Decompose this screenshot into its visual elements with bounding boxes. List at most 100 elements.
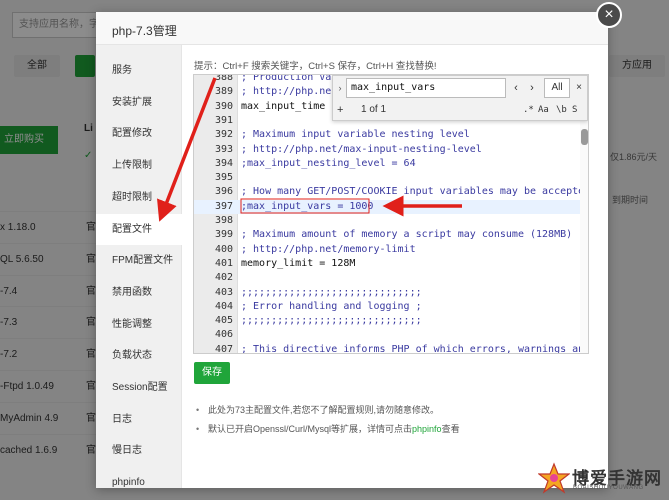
line-number: 399: [214, 229, 233, 241]
sidebar-item[interactable]: 禁用函数: [96, 277, 182, 308]
find-input[interactable]: max_input_vars: [346, 78, 506, 98]
find-previous-icon[interactable]: ‹: [509, 78, 523, 98]
line-number: 400: [214, 243, 233, 255]
line-number: 395: [214, 172, 233, 184]
code-text: ; http://php.net/memory-limit: [241, 243, 416, 255]
star-logo-icon: [538, 462, 570, 494]
code-text: ;max_input_nesting_level = 64: [241, 157, 416, 169]
sidebar-item[interactable]: 服务: [96, 55, 182, 86]
line-number: 390: [214, 100, 233, 112]
watermark-subtitle: BOAISHOUYOUWANG: [573, 485, 644, 491]
line-number: 394: [214, 157, 233, 169]
code-text: ; Maximum input variable nesting level: [241, 129, 470, 141]
line-number: 407: [214, 343, 233, 354]
find-panel: › max_input_vars ‹ › All × + 1 of 1 .* A…: [332, 75, 588, 121]
note-text: 此处为73主配置文件,若您不了解配置规则,请勿随意修改。: [208, 405, 440, 415]
config-file-panel: 提示：Ctrl+F 搜索关键字，Ctrl+S 保存，Ctrl+H 查找替换! 3…: [182, 45, 608, 488]
code-text: ; http://php.net/max-input-nesting-level: [241, 143, 482, 155]
sidebar-item[interactable]: 配置文件: [96, 213, 183, 245]
code-text: ;;;;;;;;;;;;;;;;;;;;;;;;;;;;;;: [241, 315, 422, 327]
code-line[interactable]: 404 ; Error handling and logging ;: [194, 300, 588, 314]
code-line[interactable]: 399 ; Maximum amount of memory a script m…: [194, 228, 588, 242]
sidebar-item[interactable]: 上传限制: [96, 150, 182, 181]
regex-toggle[interactable]: .*: [523, 101, 534, 119]
toggle-replace-icon[interactable]: ›: [335, 78, 345, 98]
code-line[interactable]: 397 ;max_input_vars = 1000: [194, 199, 588, 214]
code-text: ; http://php.ne: [241, 86, 332, 98]
note-text: 默认已开启Openssl/Curl/Mysql等扩展，详情可点击: [208, 424, 413, 434]
code-line[interactable]: 400 ; http://php.net/memory-limit: [194, 243, 588, 257]
line-number: 389: [214, 86, 233, 98]
notes-list: • 此处为73主配置文件,若您不了解配置规则,请勿随意修改。 • 默认已开启Op…: [196, 401, 596, 439]
sidebar-item[interactable]: 配置修改: [96, 118, 182, 149]
code-text: memory_limit = 128M: [241, 257, 356, 269]
code-line[interactable]: 396 ; How many GET/POST/COOKIE input vari…: [194, 185, 589, 199]
code-text: ; Maximum amount of memory a script may …: [241, 229, 573, 241]
code-text: ; Production Va: [241, 74, 332, 83]
line-number: 398: [214, 215, 233, 226]
sidebar-item[interactable]: Session配置: [96, 372, 182, 403]
phpinfo-link[interactable]: phpinfo: [412, 424, 442, 434]
match-count: 1 of 1: [361, 104, 387, 115]
shortcut-hint: 提示：Ctrl+F 搜索关键字，Ctrl+S 保存，Ctrl+H 查找替换!: [194, 61, 437, 72]
code-line[interactable]: 393 ; http://php.net/max-input-nesting-le…: [194, 143, 588, 157]
bullet-icon: •: [196, 405, 200, 415]
code-line[interactable]: 405;;;;;;;;;;;;;;;;;;;;;;;;;;;;;;: [194, 314, 588, 328]
sidebar-item[interactable]: 日志: [96, 404, 182, 435]
code-line[interactable]: 402: [194, 271, 588, 285]
find-all-button[interactable]: All: [544, 78, 570, 98]
php-manage-dialog: php-7.3管理 服务 安装扩展 配置修改 上传限制 超时限制 配置文件 FPM配置文件禁…: [96, 12, 608, 488]
add-cursor-icon[interactable]: +: [337, 101, 347, 119]
code-text: ; This directive informs PHP of which er…: [241, 343, 589, 354]
code-line[interactable]: 394 ;max_input_nesting_level = 64: [194, 157, 588, 171]
line-number: 393: [214, 143, 233, 155]
code-line[interactable]: 392 ; Maximum input variable nesting leve…: [194, 128, 588, 142]
sidebar-item[interactable]: 超时限制: [96, 182, 182, 213]
bullet-icon: •: [196, 424, 200, 434]
sidebar-item[interactable]: 负载状态: [96, 340, 182, 371]
editor-scrollbar-thumb[interactable]: [581, 129, 588, 145]
in-selection-toggle[interactable]: S: [572, 101, 577, 119]
note-item: • 此处为73主配置文件,若您不了解配置规则,请勿随意修改。: [196, 401, 596, 420]
save-button[interactable]: 保存: [194, 362, 230, 384]
site-watermark: 博爱手游网 BOAISHOUYOUWANG: [538, 462, 668, 498]
line-number: 402: [214, 272, 233, 284]
note-item: • 默认已开启Openssl/Curl/Mysql等扩展，详情可点击phpinf…: [196, 420, 596, 439]
code-line[interactable]: 407 ; This directive informs PHP of which…: [194, 343, 589, 354]
code-line[interactable]: 395: [194, 171, 588, 185]
dialog-header: php-7.3管理: [96, 12, 608, 45]
whole-word-toggle[interactable]: \b: [556, 101, 567, 119]
line-number: 397: [214, 200, 233, 212]
settings-sidebar: 服务 安装扩展 配置修改 上传限制 超时限制 配置文件 FPM配置文件 禁用函数 性能调整 负载状…: [96, 45, 183, 488]
sidebar-item[interactable]: 慢日志: [96, 435, 182, 466]
sidebar-item[interactable]: 性能调整: [96, 309, 182, 340]
dialog-title: php-7.3管理: [112, 24, 177, 38]
line-number: 403: [214, 286, 233, 298]
code-line[interactable]: 401 memory_limit = 128M: [194, 257, 588, 271]
case-sensitive-toggle[interactable]: Aa: [538, 101, 549, 119]
code-text: ;;;;;;;;;;;;;;;;;;;;;;;;;;;;;;: [241, 286, 422, 298]
code-line[interactable]: 398: [194, 214, 588, 228]
line-number: 401: [214, 257, 233, 269]
sidebar-item[interactable]: FPM配置文件: [96, 245, 182, 276]
line-number: 391: [214, 114, 233, 126]
code-line[interactable]: 403;;;;;;;;;;;;;;;;;;;;;;;;;;;;;;: [194, 286, 588, 300]
close-find-icon[interactable]: ×: [573, 78, 585, 98]
line-number: 404: [214, 300, 233, 312]
find-next-icon[interactable]: ›: [525, 78, 539, 98]
code-text: ; How many GET/POST/COOKIE input variabl…: [241, 186, 589, 198]
sidebar-item[interactable]: phpinfo: [96, 467, 182, 498]
code-text: ; Error handling and logging ;: [241, 300, 422, 312]
line-number: 388: [214, 74, 233, 83]
line-number: 405: [214, 315, 233, 327]
code-text: max_input_time: [241, 100, 326, 112]
line-number: 392: [214, 129, 233, 141]
line-number: 406: [214, 329, 233, 341]
code-text: ;max_input_vars = 1000: [241, 200, 374, 212]
code-line[interactable]: 406: [194, 328, 588, 342]
code-editor[interactable]: 388 ; Production Va 389 ; http://php.ne 390 m…: [193, 74, 589, 354]
note-text-suffix: 查看: [441, 424, 460, 434]
sidebar-item[interactable]: 安装扩展: [96, 87, 182, 118]
line-number: 396: [214, 186, 233, 198]
close-dialog-icon[interactable]: ×: [596, 2, 622, 28]
